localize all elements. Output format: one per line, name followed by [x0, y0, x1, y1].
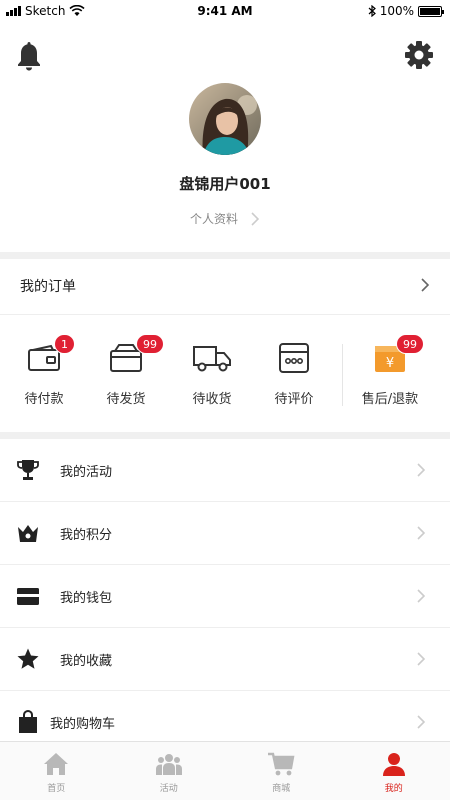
- section-divider: [0, 432, 450, 439]
- tab-label: 活动: [159, 784, 178, 794]
- chevron-right-icon: [421, 278, 430, 292]
- trophy-icon: [17, 460, 39, 480]
- chevron-right-icon: [417, 589, 426, 603]
- tab-home[interactable]: 首页: [0, 742, 113, 800]
- menu-label: 我的积分: [60, 528, 113, 543]
- battery-percent: 100%: [379, 4, 414, 18]
- badge-count: 99: [396, 334, 424, 354]
- comment-icon: [254, 338, 334, 378]
- menu-item-points[interactable]: 我的积分: [0, 502, 450, 565]
- order-pending-payment[interactable]: 1 待付款: [4, 334, 84, 407]
- tab-profile[interactable]: 我的: [338, 742, 450, 800]
- tab-label: 首页: [47, 784, 66, 794]
- bag-icon: [19, 710, 37, 733]
- cart-icon: [268, 752, 295, 776]
- people-icon: [155, 754, 182, 775]
- wallet-icon: 1: [4, 334, 84, 378]
- tab-label: 我的: [384, 784, 403, 794]
- section-divider: [0, 252, 450, 259]
- order-pending-review[interactable]: 待评价: [254, 338, 334, 407]
- menu-label: 我的钱包: [60, 591, 113, 606]
- menu-label: 我的购物车: [50, 717, 116, 732]
- profile-link[interactable]: 个人资料: [0, 210, 450, 227]
- svg-text:¥: ¥: [386, 356, 394, 371]
- menu-label: 我的收藏: [60, 654, 113, 669]
- tab-activities[interactable]: 活动: [113, 742, 226, 800]
- profile-link-label: 个人资料: [189, 212, 238, 226]
- badge-count: 99: [136, 334, 164, 354]
- status-bar: Sketch 9:41 AM 100%: [0, 0, 450, 22]
- star-icon: [17, 648, 39, 669]
- order-label: 待收货: [192, 392, 232, 407]
- order-pending-shipment[interactable]: 99 待发货: [86, 334, 166, 407]
- order-label: 售后/退款: [361, 392, 419, 407]
- chevron-right-icon: [417, 463, 426, 477]
- avatar[interactable]: [189, 83, 261, 155]
- orders-header[interactable]: 我的订单: [0, 259, 450, 315]
- crown-icon: [18, 525, 38, 542]
- badge-count: 1: [54, 334, 75, 354]
- chevron-right-icon: [417, 715, 426, 729]
- chevron-right-icon: [251, 211, 260, 226]
- card-icon: [17, 588, 39, 605]
- menu-item-favorites[interactable]: 我的收藏: [0, 628, 450, 691]
- vertical-separator: [342, 344, 343, 406]
- tab-label: 商城: [272, 784, 291, 794]
- user-icon: [382, 753, 405, 776]
- order-refund[interactable]: ¥ 99 售后/退款: [348, 334, 432, 407]
- menu-item-activities[interactable]: 我的活动: [0, 439, 450, 502]
- home-icon: [44, 753, 69, 775]
- truck-icon: [172, 338, 252, 378]
- refund-icon: ¥ 99: [348, 334, 432, 378]
- order-pending-receipt[interactable]: 待收货: [172, 338, 252, 407]
- menu-label: 我的活动: [60, 465, 113, 480]
- bluetooth-icon: [368, 5, 376, 17]
- chevron-right-icon: [417, 652, 426, 666]
- bell-icon[interactable]: [16, 40, 42, 72]
- tab-mall[interactable]: 商城: [225, 742, 338, 800]
- username: 盘锦用户001: [179, 175, 271, 193]
- status-right: 100%: [368, 4, 444, 18]
- order-label: 待付款: [24, 392, 64, 407]
- gear-icon[interactable]: [404, 40, 434, 70]
- package-icon: 99: [86, 334, 166, 378]
- battery-icon: [418, 5, 444, 17]
- order-label: 待发货: [106, 392, 146, 407]
- menu-item-wallet[interactable]: 我的钱包: [0, 565, 450, 628]
- orders-title: 我的订单: [20, 279, 76, 295]
- tab-bar: 首页 活动 商城 我的: [0, 741, 450, 800]
- order-label: 待评价: [274, 392, 314, 407]
- avatar-photo: [189, 83, 261, 155]
- chevron-right-icon: [417, 526, 426, 540]
